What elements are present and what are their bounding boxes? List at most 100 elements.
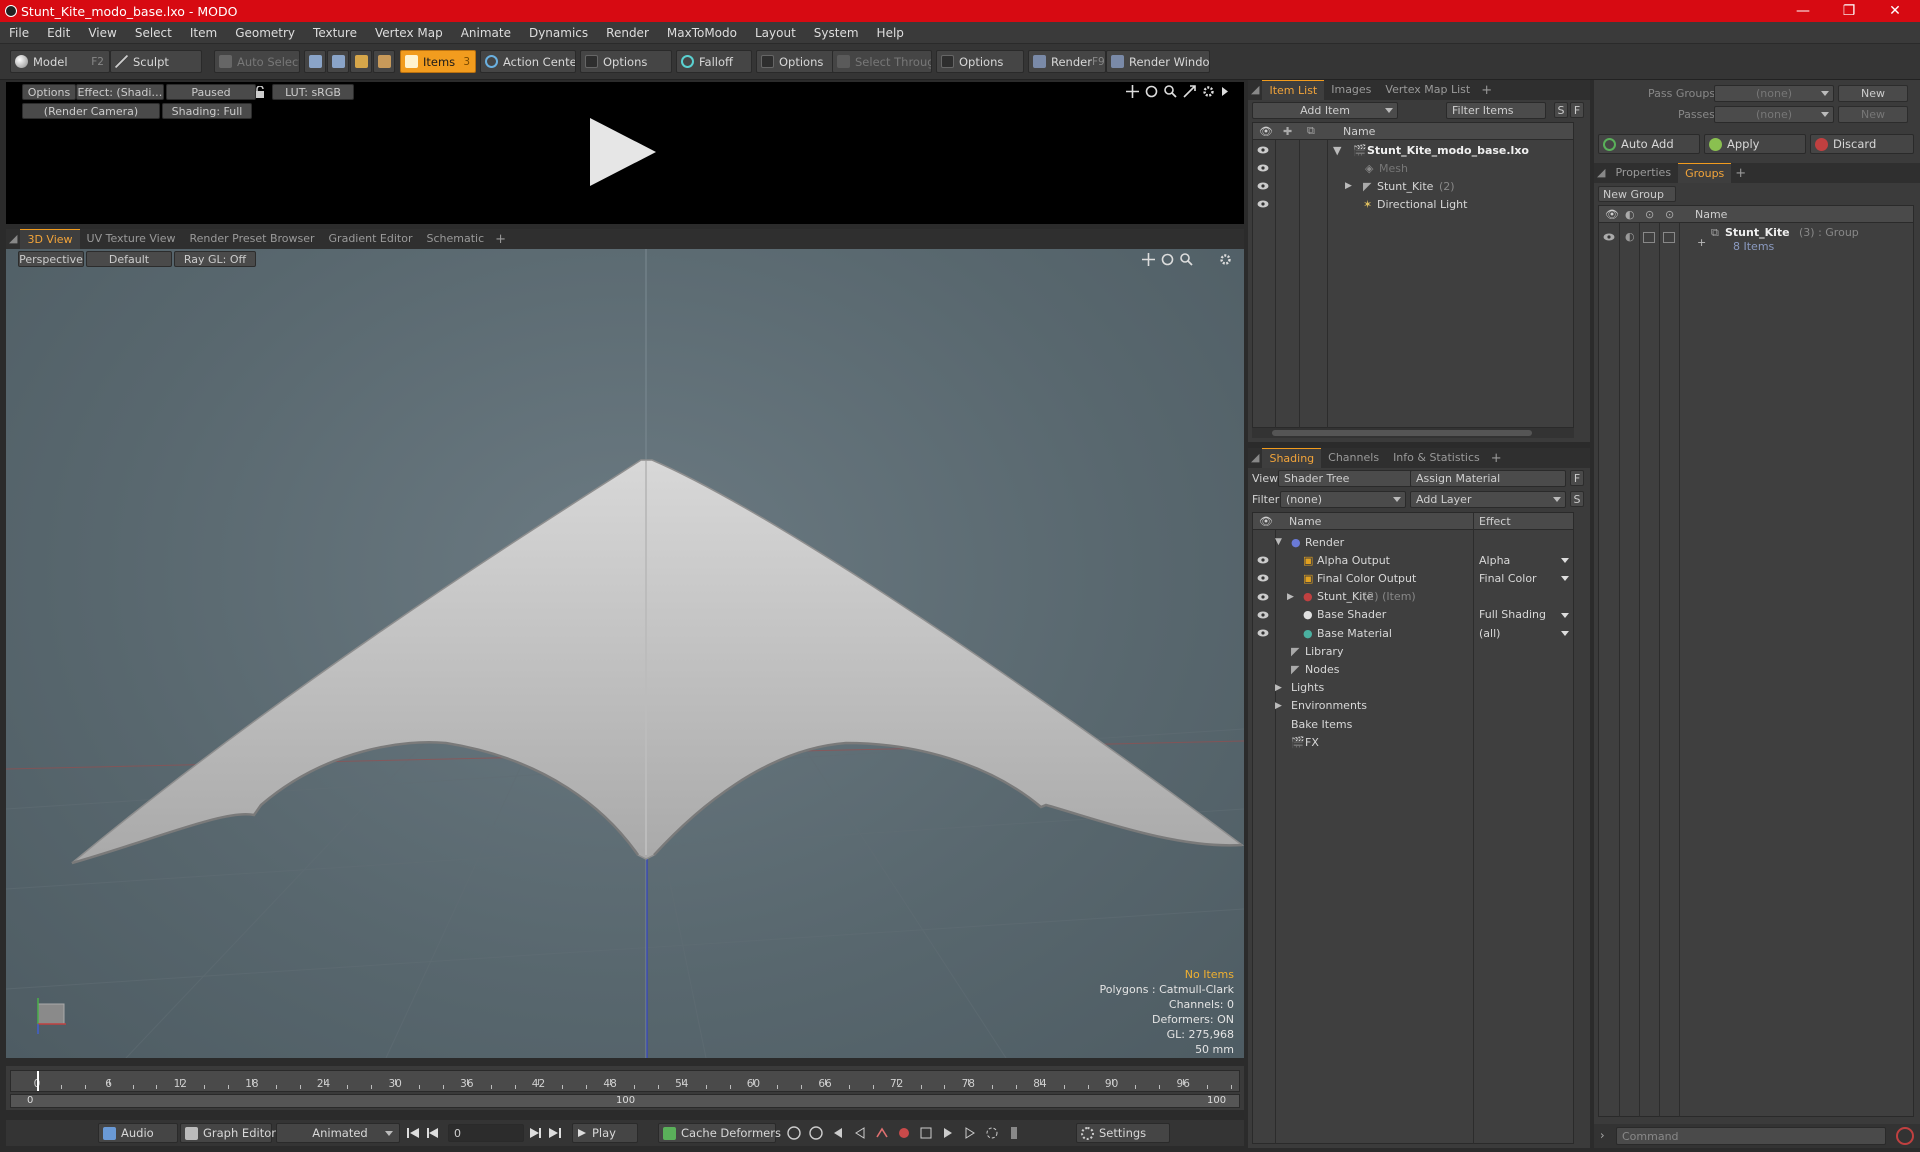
pass-groups-dropdown[interactable]: (none) [1714, 85, 1834, 102]
play-button[interactable]: Play [572, 1123, 638, 1143]
preview-options-button[interactable]: Options [22, 84, 76, 100]
add-tab-button[interactable]: + [1731, 166, 1750, 181]
menu-item[interactable]: Item [181, 26, 226, 40]
settings-button[interactable]: Settings [1076, 1123, 1170, 1143]
step-back-icon[interactable] [426, 1126, 440, 1140]
tab-render-preset-browser[interactable]: Render Preset Browser [183, 229, 322, 249]
animated-dropdown[interactable]: Animated [276, 1123, 400, 1143]
items-mode-button[interactable]: Items 3 [400, 50, 476, 73]
select-through-options-button[interactable]: Options [936, 50, 1024, 73]
panel-menu-icon[interactable]: ◢ [1248, 80, 1262, 100]
tab-item-list[interactable]: Item List [1262, 80, 1325, 100]
effect-value[interactable]: Full Shading [1479, 608, 1546, 621]
step-forward-icon[interactable] [528, 1126, 542, 1140]
add-tab-button[interactable]: + [491, 232, 510, 247]
3d-viewport[interactable]: Perspective Default Ray GL: Off No Items… [6, 249, 1244, 1058]
action-center-options-button[interactable]: Options [580, 50, 672, 73]
chevron-down-icon[interactable] [1561, 631, 1569, 636]
tab-shading[interactable]: Shading [1262, 448, 1322, 468]
menu-system[interactable]: System [805, 26, 868, 40]
shader-row-nodes[interactable]: ◤ Nodes [1253, 660, 1573, 678]
pan-icon[interactable] [1142, 253, 1155, 266]
tab-uv-texture-view[interactable]: UV Texture View [80, 229, 183, 249]
shader-row-library[interactable]: ◤ Library [1253, 642, 1573, 660]
render-button[interactable]: Render F9 [1028, 50, 1106, 73]
action-center-button[interactable]: Action Center [480, 50, 576, 73]
eye-icon[interactable] [1257, 611, 1269, 619]
shader-row-bake-items[interactable]: Bake Items [1253, 715, 1573, 733]
maximize-button[interactable]: ❐ [1826, 0, 1872, 22]
groups-tree[interactable]: 👁 ◐ ⊙ ⊙ Name ◐ + ⧉ Stunt_Kite (3) : Grou… [1598, 205, 1914, 1117]
filter-dropdown[interactable]: (none) [1280, 491, 1406, 508]
tab-channels[interactable]: Channels [1321, 448, 1386, 468]
frame-input[interactable]: 0 [448, 1124, 524, 1142]
tab-images[interactable]: Images [1324, 80, 1378, 100]
minimize-button[interactable]: — [1780, 0, 1826, 22]
add-item-dropdown[interactable]: Add Item [1252, 102, 1398, 119]
menu-file[interactable]: File [0, 26, 38, 40]
tab-info-statistics[interactable]: Info & Statistics [1386, 448, 1487, 468]
eye-icon[interactable] [1257, 593, 1269, 601]
timeline[interactable]: 0 6 12 18 24 30 36 42 48 54 60 66 72 78 84 90 96 0 100 1… [6, 1066, 1244, 1110]
falloff-button[interactable]: Falloff [676, 50, 752, 73]
panel-menu-icon[interactable]: ◢ [6, 229, 20, 249]
key-icon[interactable] [786, 1125, 802, 1141]
loop-icon[interactable] [984, 1125, 1000, 1141]
arrow-right-icon[interactable] [1221, 85, 1229, 98]
record-icon[interactable] [896, 1125, 912, 1141]
skip-end-icon[interactable] [548, 1126, 562, 1140]
eye-icon[interactable] [1257, 629, 1269, 637]
effect-value[interactable]: Final Color [1479, 572, 1537, 585]
shader-row-lights[interactable]: ▶ Lights [1253, 679, 1573, 697]
close-button[interactable]: ✕ [1872, 0, 1918, 22]
playhead[interactable] [37, 1071, 39, 1091]
eye-icon[interactable] [1257, 182, 1269, 190]
shading-s-button[interactable]: S [1570, 491, 1584, 507]
timeline-ruler[interactable]: 06121824303642485460667278849096 [10, 1070, 1240, 1092]
render-camera-dropdown[interactable]: (Render Camera) [22, 103, 160, 119]
orbit-icon[interactable] [1161, 253, 1174, 266]
menu-edit[interactable]: Edit [38, 26, 79, 40]
lock-toggle-icon[interactable] [1643, 232, 1655, 243]
select-vertices-button[interactable] [304, 50, 326, 73]
menu-help[interactable]: Help [868, 26, 913, 40]
eye-icon[interactable] [1257, 164, 1269, 172]
item-list-tree[interactable]: 👁 ✚ ⧉ Name ▼ 🎬 Stunt_Kite_modo_base.lxo … [1252, 122, 1574, 428]
prev-key-alt-icon[interactable] [852, 1125, 868, 1141]
item-row-directional-light[interactable]: ✶ Directional Light [1253, 195, 1573, 213]
timeline-range-bar[interactable]: 0 100 100 [10, 1094, 1240, 1108]
shader-row-stunt-kite[interactable]: ▶ ● Stunt_Kite (2) (Item) [1253, 588, 1573, 606]
menu-texture[interactable]: Texture [304, 26, 366, 40]
menu-select[interactable]: Select [126, 26, 181, 40]
auto-key-icon[interactable] [874, 1125, 890, 1141]
raygl-dropdown[interactable]: Ray GL: Off [174, 251, 256, 267]
expand-arrow-icon[interactable]: ▶ [1275, 683, 1282, 693]
tab-groups[interactable]: Groups [1678, 163, 1732, 183]
menu-animate[interactable]: Animate [452, 26, 520, 40]
eye-icon[interactable] [1257, 146, 1269, 154]
shader-row-alpha-output[interactable]: ▣ Alpha Output Alpha [1253, 551, 1573, 569]
menu-layout[interactable]: Layout [746, 26, 805, 40]
filter-items-input[interactable]: Filter Items [1446, 102, 1546, 119]
shader-row-fx[interactable]: 🎬 FX [1253, 733, 1573, 751]
panel-menu-icon[interactable]: ◢ [1248, 448, 1262, 468]
assign-material-button[interactable]: Assign Material [1410, 470, 1566, 487]
sculpt-mode-button[interactable]: Sculpt [110, 50, 202, 73]
command-input[interactable]: Command [1616, 1127, 1886, 1145]
audio-button[interactable]: Audio [98, 1123, 178, 1143]
shader-row-environments[interactable]: ▶ Environments [1253, 697, 1573, 715]
expand-arrow-icon[interactable]: ▶ [1345, 181, 1352, 191]
item-row-mesh[interactable]: ◈ Mesh [1253, 159, 1573, 177]
expand-icon[interactable] [1183, 85, 1196, 98]
render-window-button[interactable]: Render Window [1106, 50, 1210, 73]
new-pass-button[interactable]: New [1838, 106, 1908, 123]
add-layer-dropdown[interactable]: Add Layer [1410, 491, 1566, 508]
menu-view[interactable]: View [79, 26, 125, 40]
passes-dropdown[interactable]: (none) [1714, 106, 1834, 123]
play-icon[interactable] [586, 114, 660, 190]
apply-button[interactable]: Apply [1704, 134, 1806, 154]
group-row-stunt-kite[interactable]: ◐ + ⧉ Stunt_Kite (3) : Group 8 Items [1599, 226, 1913, 260]
marker-icon[interactable] [1006, 1125, 1022, 1141]
select-polygons-button[interactable] [350, 50, 372, 73]
shader-row-base-material[interactable]: ● Base Material (all) [1253, 624, 1573, 642]
